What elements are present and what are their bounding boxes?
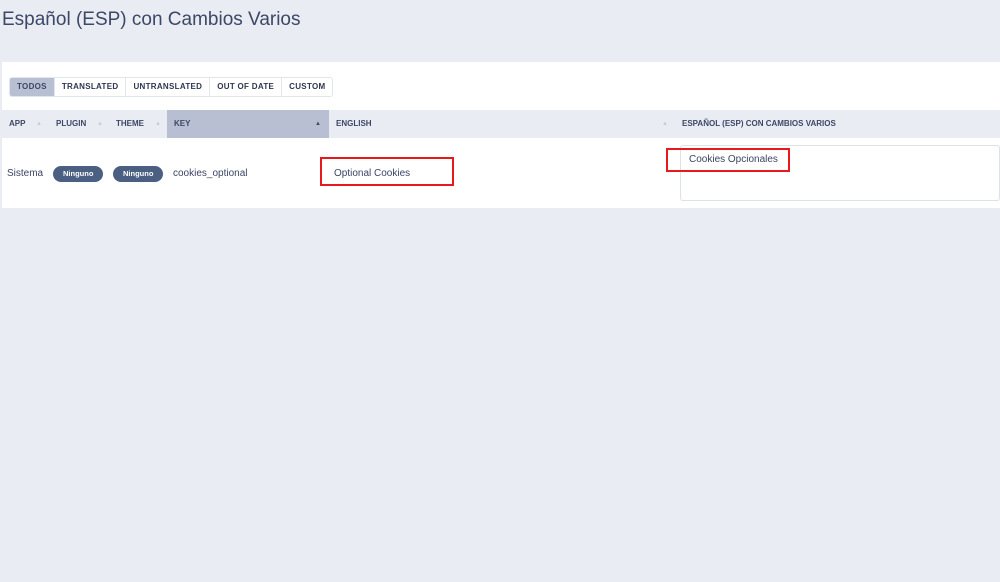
column-label: ENGLISH — [336, 119, 372, 128]
column-label: THEME — [116, 119, 144, 128]
sort-icon: ▲ — [155, 121, 161, 127]
column-app[interactable]: APP ▲ — [2, 110, 49, 138]
column-plugin[interactable]: PLUGIN ▲ — [49, 110, 109, 138]
tab-custom[interactable]: CUSTOM — [282, 78, 333, 96]
theme-badge: Ninguno — [113, 166, 164, 182]
tab-translated[interactable]: TRANSLATED — [54, 78, 127, 96]
highlight-box-english — [320, 157, 454, 186]
page-title: Español (ESP) con Cambios Varios — [2, 9, 301, 30]
key-cell: cookies_optional — [173, 168, 248, 179]
tab-out-of-date[interactable]: OUT OF DATE — [210, 78, 283, 96]
column-key[interactable]: KEY ▲ — [167, 110, 329, 138]
plugin-badge: Ninguno — [53, 166, 104, 182]
column-translation[interactable]: ESPAÑOL (ESP) CON CAMBIOS VARIOS — [675, 110, 1000, 138]
filter-tabs: TODOS TRANSLATED UNTRANSLATED OUT OF DAT… — [9, 77, 334, 97]
column-label: PLUGIN — [56, 119, 87, 128]
column-label: ESPAÑOL (ESP) CON CAMBIOS VARIOS — [682, 119, 836, 128]
sort-icon: ▲ — [36, 121, 42, 127]
column-label: KEY — [174, 119, 191, 128]
table-header: APP ▲ PLUGIN ▲ THEME ▲ KEY ▲ ENGLISH ▲ ESPAÑO… — [2, 110, 1000, 138]
sort-asc-icon: ▲ — [315, 121, 321, 127]
sort-icon: ▲ — [97, 121, 103, 127]
sort-icon: ▲ — [662, 121, 668, 127]
highlight-box-translation — [666, 148, 790, 172]
tab-todos[interactable]: TODOS — [10, 78, 55, 96]
translations-panel: TODOS TRANSLATED UNTRANSLATED OUT OF DAT… — [2, 62, 1000, 208]
tab-untranslated[interactable]: UNTRANSLATED — [126, 78, 211, 96]
app-cell: Sistema — [7, 168, 44, 179]
column-theme[interactable]: THEME ▲ — [109, 110, 167, 138]
column-english[interactable]: ENGLISH ▲ — [329, 110, 675, 138]
column-label: APP — [9, 119, 26, 128]
